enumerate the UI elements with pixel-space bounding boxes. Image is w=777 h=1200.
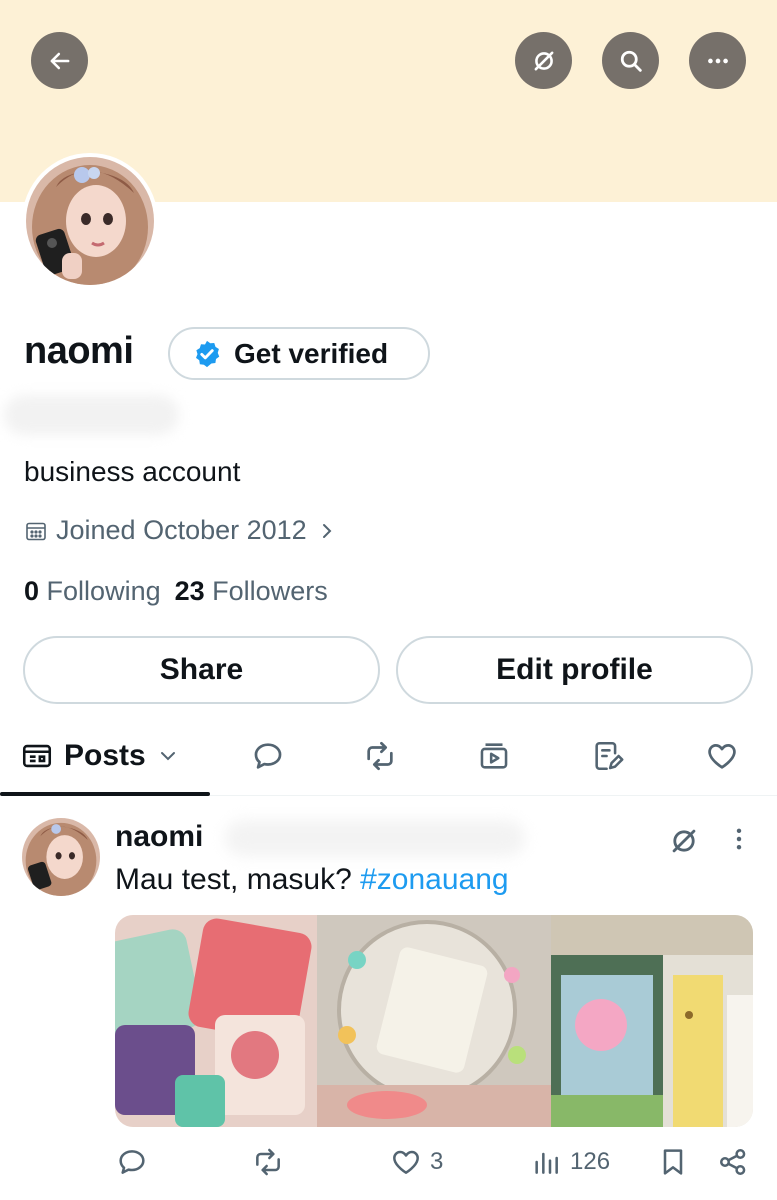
verified-badge-icon: [196, 340, 220, 367]
followers-link[interactable]: 23 Followers: [175, 576, 328, 607]
joined-label: Joined October 2012: [56, 515, 307, 545]
avatar-image: [26, 157, 154, 285]
tab-articles[interactable]: [588, 732, 628, 780]
search-icon: [620, 50, 642, 72]
post-image-3[interactable]: [551, 915, 753, 1127]
get-verified-button[interactable]: Get verified: [168, 327, 430, 380]
reply-icon: [119, 1150, 145, 1174]
edit-profile-button[interactable]: Edit profile: [396, 636, 753, 704]
share-label: Share: [159, 653, 244, 686]
share-post-button[interactable]: [717, 1146, 749, 1178]
post-handle-redacted: [225, 820, 525, 856]
repost-button[interactable]: [252, 1146, 284, 1178]
active-tab-indicator: [0, 792, 210, 796]
chevron-down-icon: [160, 752, 175, 761]
article-edit-icon: [595, 741, 624, 771]
bookmark-icon: [663, 1149, 683, 1175]
like-count: 3: [430, 1148, 444, 1175]
view-count: 126: [570, 1148, 611, 1175]
video-icon: [480, 743, 508, 769]
post-author-name[interactable]: naomi: [115, 820, 203, 854]
post-body: Mau test, masuk?: [115, 863, 352, 896]
followers-count: 23: [174, 576, 205, 606]
bookmark-button[interactable]: [657, 1146, 689, 1178]
chevron-right-icon: [322, 523, 332, 538]
handle-redacted: [4, 395, 179, 435]
follow-stats: 0 Following 23 Followers: [24, 576, 328, 607]
repost-icon: [367, 741, 393, 771]
tab-replies[interactable]: [248, 732, 288, 780]
post-author-avatar[interactable]: [22, 818, 100, 896]
following-label: Following: [46, 576, 161, 606]
back-button[interactable]: [31, 32, 88, 89]
calendar-icon: [26, 522, 46, 540]
post-image-1[interactable]: [115, 915, 317, 1127]
grok-icon: [534, 51, 553, 70]
share-button[interactable]: Share: [23, 636, 380, 704]
reply-icon: [254, 743, 282, 769]
more-vertical-icon[interactable]: [725, 824, 753, 854]
like-button[interactable]: 3: [390, 1146, 443, 1178]
heart-icon: [708, 744, 736, 769]
heart-icon: [393, 1150, 419, 1174]
profile-tabs: Posts: [0, 718, 777, 796]
profile-name: naomi: [24, 330, 134, 372]
tab-posts[interactable]: Posts: [20, 732, 180, 780]
followers-label: Followers: [212, 576, 328, 606]
reply-button[interactable]: [116, 1146, 148, 1178]
more-horizontal-icon: [707, 58, 728, 63]
profile-bio: business account: [24, 456, 241, 487]
search-button[interactable]: [602, 32, 659, 89]
joined-date[interactable]: Joined October 2012: [24, 515, 339, 546]
more-button[interactable]: [689, 32, 746, 89]
post-actions: 3 126: [0, 1140, 777, 1192]
grok-icon[interactable]: [667, 824, 701, 858]
share-icon: [720, 1149, 746, 1175]
tab-videos[interactable]: [474, 732, 514, 780]
repost-icon: [256, 1148, 280, 1176]
following-count: 0: [24, 576, 40, 606]
post-hashtag[interactable]: #zonauang: [360, 863, 508, 896]
post-text: Mau test, masuk? #zonauang: [115, 863, 509, 897]
posts-icon: [22, 744, 52, 768]
edit-profile-label: Edit profile: [496, 653, 653, 686]
tab-reposts[interactable]: [360, 732, 400, 780]
profile-avatar[interactable]: [22, 153, 158, 289]
post-avatar-image: [22, 818, 100, 896]
tab-posts-label: Posts: [64, 739, 146, 772]
get-verified-label: Get verified: [234, 337, 389, 369]
arrow-left-icon: [50, 52, 69, 69]
views-button[interactable]: 126: [530, 1146, 610, 1178]
post-media[interactable]: [115, 915, 753, 1127]
post-image-2[interactable]: [317, 915, 551, 1127]
grok-button[interactable]: [515, 32, 572, 89]
tab-likes[interactable]: [702, 732, 742, 780]
following-link[interactable]: 0 Following: [24, 576, 161, 607]
analytics-icon: [535, 1152, 558, 1174]
